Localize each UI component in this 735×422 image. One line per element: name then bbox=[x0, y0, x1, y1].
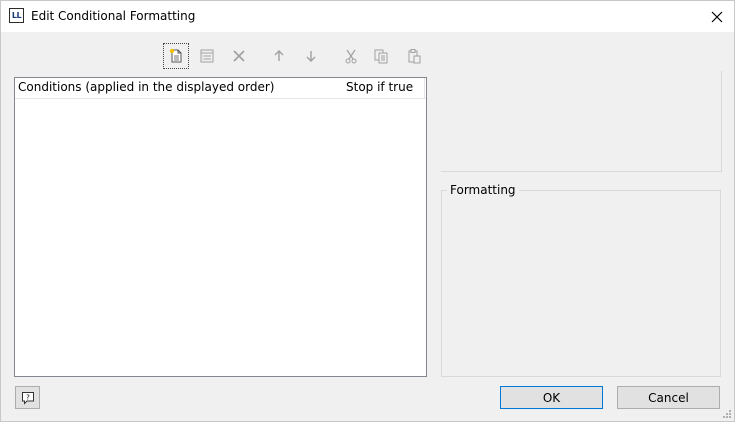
column-header-stop-if-true[interactable]: Stop if true bbox=[346, 80, 413, 94]
app-logo-icon: LL bbox=[9, 8, 24, 23]
paste-icon bbox=[408, 49, 421, 64]
window-title: Edit Conditional Formatting bbox=[31, 9, 196, 23]
condition-preview-area bbox=[441, 71, 722, 172]
list-header: Conditions (applied in the displayed ord… bbox=[15, 78, 426, 99]
formatting-group: Formatting bbox=[441, 183, 721, 377]
new-condition-icon bbox=[169, 48, 182, 63]
move-up-button[interactable] bbox=[266, 43, 292, 69]
new-condition-button[interactable] bbox=[163, 43, 189, 69]
toolbar bbox=[161, 43, 431, 69]
column-header-conditions[interactable]: Conditions (applied in the displayed ord… bbox=[18, 80, 274, 94]
copy-button[interactable] bbox=[368, 43, 394, 69]
copy-icon bbox=[374, 49, 388, 64]
title-bar: LL Edit Conditional Formatting bbox=[1, 1, 734, 32]
help-button[interactable]: ? bbox=[15, 386, 40, 409]
edit-condition-button[interactable] bbox=[194, 43, 220, 69]
close-icon bbox=[711, 11, 723, 22]
cut-icon bbox=[345, 49, 357, 64]
paste-button[interactable] bbox=[401, 43, 427, 69]
svg-text:?: ? bbox=[26, 393, 30, 401]
formatting-group-label: Formatting bbox=[447, 183, 519, 197]
delete-button[interactable] bbox=[226, 43, 252, 69]
edit-conditional-formatting-dialog: LL Edit Conditional Formatting Condition… bbox=[0, 0, 735, 422]
arrow-up-icon bbox=[274, 50, 284, 61]
help-icon: ? bbox=[21, 391, 34, 405]
edit-condition-icon bbox=[200, 49, 214, 63]
conditions-list[interactable]: Conditions (applied in the displayed ord… bbox=[14, 77, 427, 377]
cut-button[interactable] bbox=[338, 43, 364, 69]
arrow-down-icon bbox=[306, 51, 316, 62]
move-down-button[interactable] bbox=[298, 43, 324, 69]
delete-icon bbox=[233, 50, 245, 62]
cancel-button[interactable]: Cancel bbox=[617, 386, 720, 409]
resize-grip-icon[interactable] bbox=[722, 409, 732, 419]
close-button[interactable] bbox=[700, 1, 734, 32]
column-divider[interactable] bbox=[424, 78, 425, 98]
ok-button[interactable]: OK bbox=[500, 386, 603, 409]
